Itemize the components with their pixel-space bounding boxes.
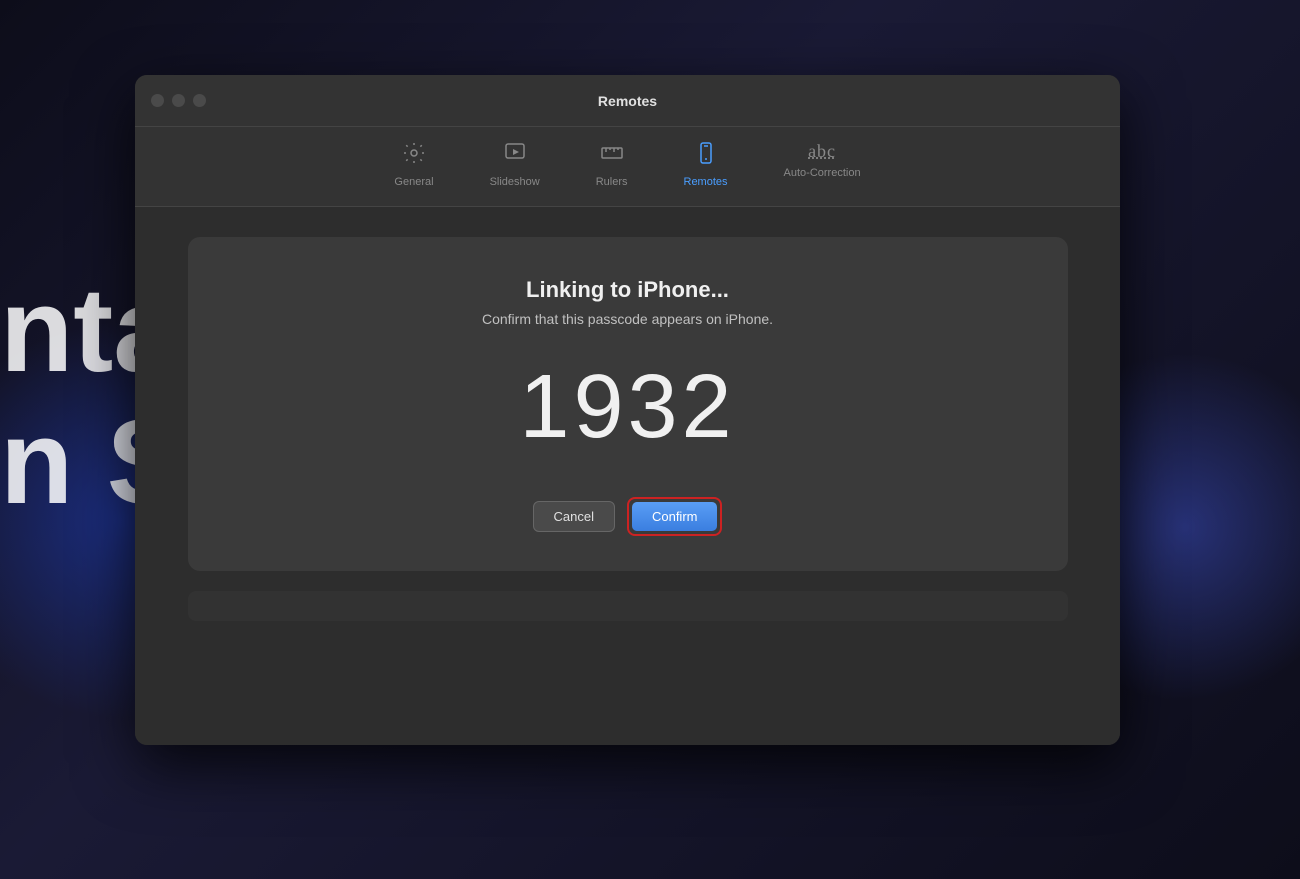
remotes-window: Remotes General Slideshow: [135, 75, 1120, 745]
toolbar-item-slideshow[interactable]: Slideshow: [482, 137, 548, 192]
phone-icon: [694, 141, 718, 171]
content-area: Linking to iPhone... Confirm that this p…: [135, 207, 1120, 745]
toolbar-item-general[interactable]: General: [386, 137, 441, 192]
toolbar-item-autocorrection[interactable]: abc Auto-Correction: [776, 137, 869, 192]
dialog-box: Linking to iPhone... Confirm that this p…: [188, 237, 1068, 571]
play-icon: [503, 141, 527, 171]
confirm-button-highlight: Confirm: [627, 497, 723, 536]
titlebar: Remotes: [135, 75, 1120, 127]
gear-icon: [402, 141, 426, 171]
bottom-bar: [188, 591, 1068, 621]
toolbar-item-remotes[interactable]: Remotes: [676, 137, 736, 192]
toolbar-label-remotes: Remotes: [684, 176, 728, 188]
toolbar-label-rulers: Rulers: [596, 176, 628, 188]
abc-icon: abc: [808, 141, 836, 162]
traffic-lights: [151, 94, 206, 107]
confirm-button[interactable]: Confirm: [632, 502, 718, 531]
passcode-display: 1932: [519, 362, 735, 452]
rulers-icon: [600, 141, 624, 171]
close-button[interactable]: [151, 94, 164, 107]
dialog-buttons: Cancel Confirm: [533, 497, 723, 536]
minimize-button[interactable]: [172, 94, 185, 107]
toolbar-label-general: General: [394, 176, 433, 188]
dialog-title: Linking to iPhone...: [526, 277, 729, 303]
maximize-button[interactable]: [193, 94, 206, 107]
window-title: Remotes: [598, 93, 657, 109]
toolbar-label-slideshow: Slideshow: [490, 176, 540, 188]
dialog-subtitle: Confirm that this passcode appears on iP…: [482, 311, 773, 327]
toolbar: General Slideshow Rulers: [135, 127, 1120, 207]
cancel-button[interactable]: Cancel: [533, 501, 615, 532]
toolbar-label-autocorrection: Auto-Correction: [784, 167, 861, 179]
toolbar-item-rulers[interactable]: Rulers: [588, 137, 636, 192]
